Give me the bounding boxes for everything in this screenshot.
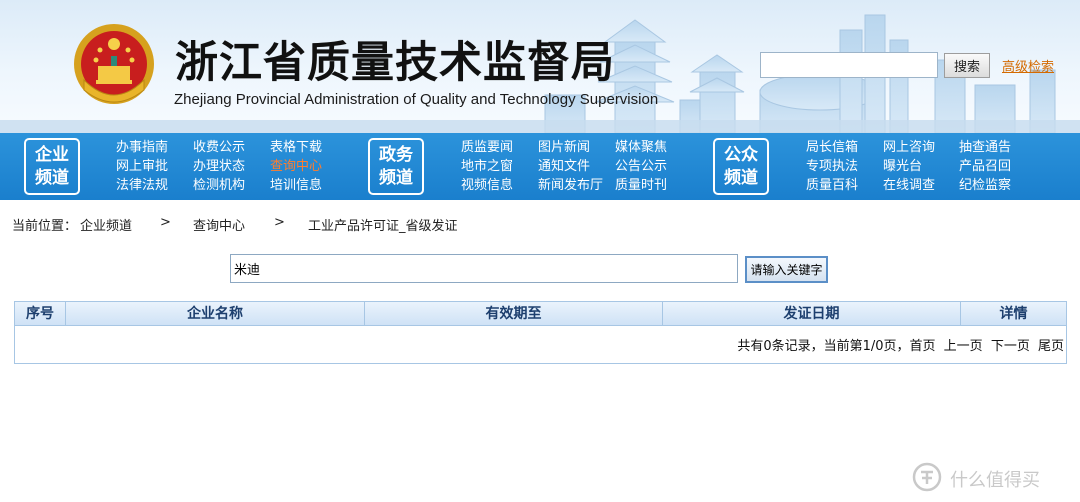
channel-label-line2: 频道 bbox=[379, 168, 413, 188]
page: 浙江省质量技术监督局 Zhejiang Provincial Administr… bbox=[0, 0, 1080, 502]
advanced-search-link[interactable]: 高级检索 bbox=[1002, 56, 1054, 75]
breadcrumb-item-current: 工业产品许可证_省级发证 bbox=[308, 219, 458, 234]
search-button[interactable]: 搜索 bbox=[944, 53, 990, 78]
site-search-input[interactable] bbox=[760, 52, 938, 78]
nav-link-director-mailbox[interactable]: 局长信箱 bbox=[806, 138, 876, 157]
nav-link-news[interactable]: 质监要闻 bbox=[461, 138, 531, 157]
nav-link-cities[interactable]: 地市之窗 bbox=[461, 157, 531, 176]
breadcrumb-separator: > bbox=[274, 215, 285, 230]
nav-link-survey[interactable]: 在线调查 bbox=[883, 176, 953, 195]
site-header: 浙江省质量技术监督局 Zhejiang Provincial Administr… bbox=[0, 0, 1080, 133]
nav-column: 媒体聚焦 公告公示 质量时刊 bbox=[615, 138, 685, 195]
column-header-company: 企业名称 bbox=[66, 302, 365, 326]
nav-link-notices[interactable]: 通知文件 bbox=[538, 157, 608, 176]
nav-link-status[interactable]: 办理状态 bbox=[193, 157, 263, 176]
nav-link-testing-agencies[interactable]: 检测机构 bbox=[193, 176, 263, 195]
nav-link-video[interactable]: 视频信息 bbox=[461, 176, 531, 195]
nav-column: 抽查通告 产品召回 纪检监察 bbox=[959, 138, 1029, 195]
pager-last[interactable]: 尾页 bbox=[1038, 339, 1064, 354]
nav-column: 收费公示 办理状态 检测机构 bbox=[193, 138, 263, 195]
pager-first[interactable]: 首页 bbox=[910, 339, 936, 354]
nav-column: 质监要闻 地市之窗 视频信息 bbox=[461, 138, 531, 195]
pager-summary: 共有0条记录，当前第1/0页， bbox=[737, 339, 910, 354]
nav-link-guide[interactable]: 办事指南 bbox=[116, 138, 186, 157]
pager-prev[interactable]: 上一页 bbox=[944, 339, 983, 354]
results-table: 序号 企业名称 有效期至 发证日期 详情 共有0条记录，当前第1/0页，首页 上… bbox=[14, 301, 1067, 364]
column-header-issue-date: 发证日期 bbox=[663, 302, 961, 326]
nav-column: 图片新闻 通知文件 新闻发布厅 bbox=[538, 138, 608, 195]
table-header-row: 序号 企业名称 有效期至 发证日期 详情 bbox=[15, 302, 1066, 326]
nav-link-inspection[interactable]: 抽查通告 bbox=[959, 138, 1029, 157]
channel-nav: 企业 频道 政务 频道 公众 频道 办事指南 网上审批 法律法规 收费公示 办理… bbox=[0, 133, 1080, 200]
channel-label-line1: 政务 bbox=[379, 145, 413, 165]
nav-link-recall[interactable]: 产品召回 bbox=[959, 157, 1029, 176]
pager-row: 共有0条记录，当前第1/0页，首页 上一页 下一页 尾页 bbox=[15, 326, 1066, 363]
nav-column: 表格下载 查询中心 培训信息 bbox=[270, 138, 340, 195]
nav-link-announcements[interactable]: 公告公示 bbox=[615, 157, 685, 176]
watermark-text: 什么值得买 bbox=[950, 470, 1040, 491]
nav-link-discipline[interactable]: 纪检监察 bbox=[959, 176, 1029, 195]
nav-link-quality-journal[interactable]: 质量时刊 bbox=[615, 176, 685, 195]
nav-link-encyclopedia[interactable]: 质量百科 bbox=[806, 176, 876, 195]
column-header-details: 详情 bbox=[999, 306, 1028, 322]
nav-link-consult[interactable]: 网上咨询 bbox=[883, 138, 953, 157]
nav-link-press[interactable]: 新闻发布厅 bbox=[538, 176, 608, 195]
nav-column: 办事指南 网上审批 法律法规 bbox=[116, 138, 186, 195]
nav-link-media[interactable]: 媒体聚焦 bbox=[615, 138, 685, 157]
keyword-input[interactable] bbox=[230, 254, 738, 283]
breadcrumb-prefix: 当前位置： bbox=[12, 219, 78, 234]
nav-link-exposure[interactable]: 曝光台 bbox=[883, 157, 953, 176]
column-header-valid-until: 有效期至 bbox=[365, 302, 663, 326]
national-emblem-icon bbox=[74, 24, 154, 104]
nav-link-query-center[interactable]: 查询中心 bbox=[270, 157, 340, 176]
breadcrumb-item-query-center[interactable]: 查询中心 bbox=[193, 215, 245, 234]
watermark: 什么值得买 bbox=[912, 462, 1072, 492]
pager: 共有0条记录，当前第1/0页，首页 上一页 下一页 尾页 bbox=[737, 335, 1064, 354]
channel-label-line2: 频道 bbox=[35, 168, 69, 188]
nav-link-fees[interactable]: 收费公示 bbox=[193, 138, 263, 157]
nav-link-laws[interactable]: 法律法规 bbox=[116, 176, 186, 195]
nav-link-forms[interactable]: 表格下载 bbox=[270, 138, 340, 157]
channel-label-line1: 公众 bbox=[724, 145, 758, 165]
channel-public[interactable]: 公众 频道 bbox=[713, 138, 769, 195]
site-subtitle: Zhejiang Provincial Administration of Qu… bbox=[174, 91, 659, 108]
nav-link-online-approval[interactable]: 网上审批 bbox=[116, 157, 186, 176]
channel-label-line1: 企业 bbox=[35, 145, 69, 165]
breadcrumb-separator: > bbox=[160, 215, 171, 230]
nav-link-training[interactable]: 培训信息 bbox=[270, 176, 340, 195]
channel-enterprise[interactable]: 企业 频道 bbox=[24, 138, 80, 195]
nav-link-enforcement[interactable]: 专项执法 bbox=[806, 157, 876, 176]
column-header-index: 序号 bbox=[15, 302, 66, 326]
zhi-logo-icon bbox=[912, 462, 942, 492]
breadcrumb-item-enterprise[interactable]: 企业频道 bbox=[80, 215, 132, 234]
pager-next[interactable]: 下一页 bbox=[991, 339, 1030, 354]
query-button[interactable]: 请输入关键字 bbox=[745, 256, 828, 283]
nav-link-photo-news[interactable]: 图片新闻 bbox=[538, 138, 608, 157]
nav-column: 局长信箱 专项执法 质量百科 bbox=[806, 138, 876, 195]
nav-column: 网上咨询 曝光台 在线调查 bbox=[883, 138, 953, 195]
channel-label-line2: 频道 bbox=[724, 168, 758, 188]
site-title: 浙江省质量技术监督局 bbox=[175, 38, 615, 88]
channel-government[interactable]: 政务 频道 bbox=[368, 138, 424, 195]
